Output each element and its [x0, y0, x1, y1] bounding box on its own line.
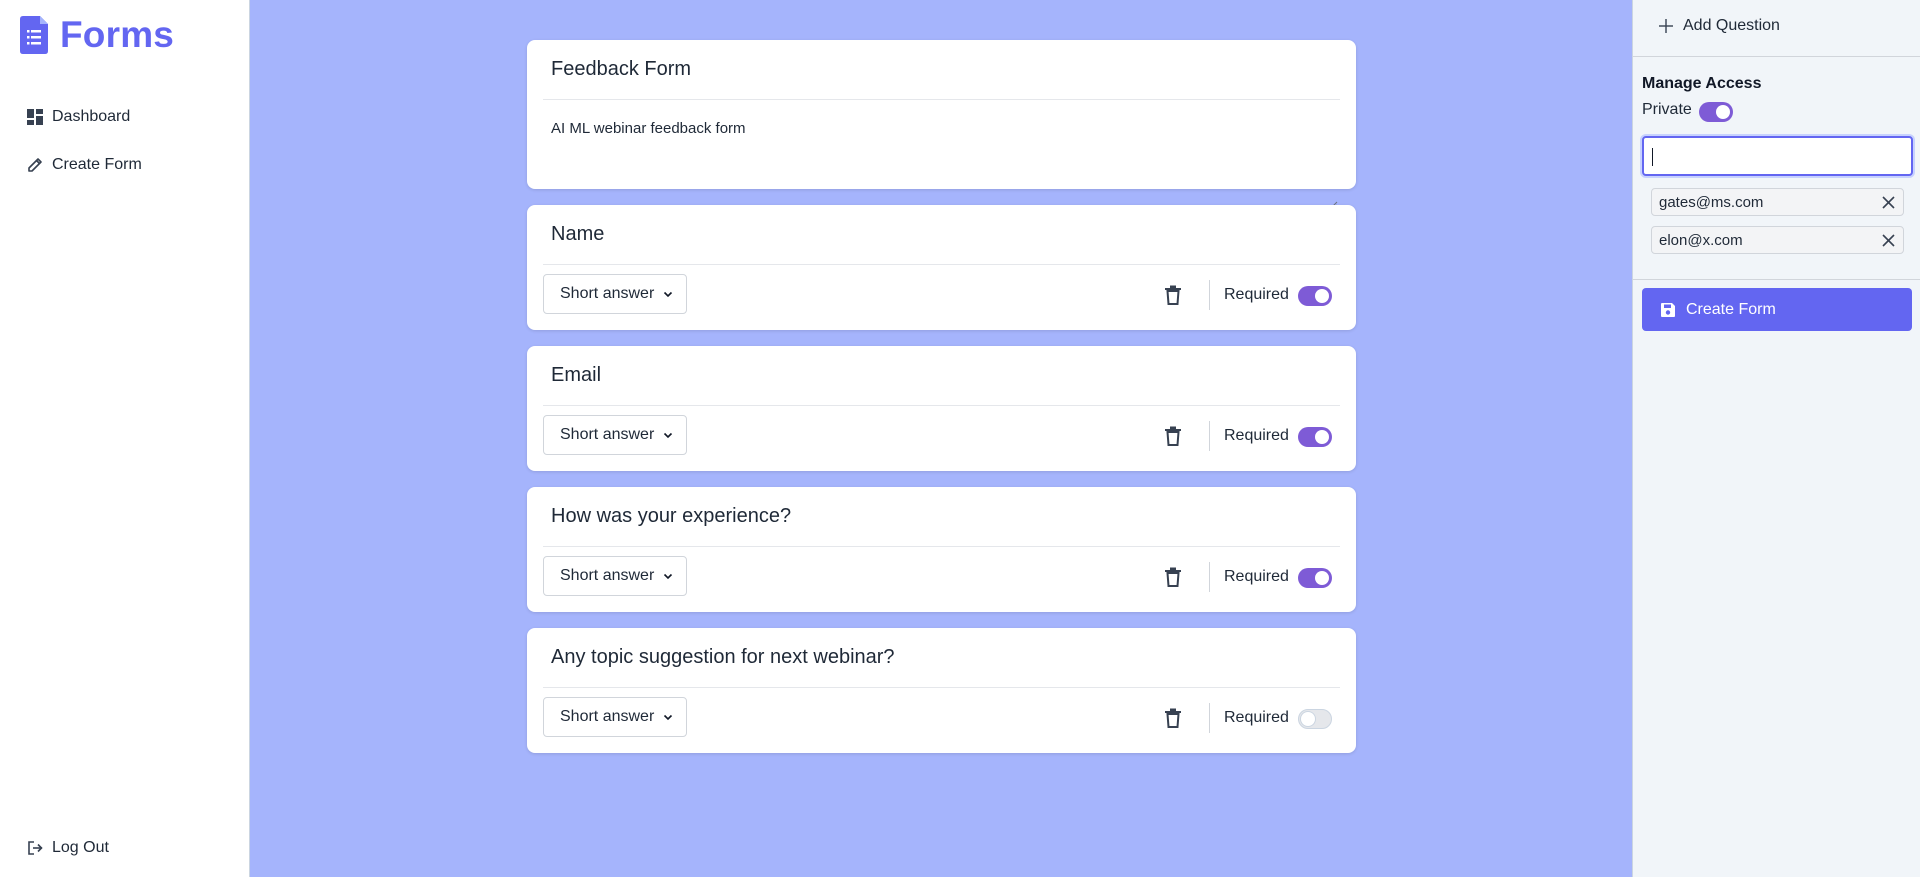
add-question-button[interactable]: Add Question: [1659, 17, 1780, 35]
text-caret: [1652, 148, 1653, 166]
question-type-value: Short answer: [560, 285, 655, 302]
question-title-input[interactable]: How was your experience?: [543, 487, 1340, 547]
question-title-input[interactable]: Any topic suggestion for next webinar?: [543, 628, 1340, 688]
create-form-label: Create Form: [1686, 300, 1776, 318]
close-icon[interactable]: [1882, 196, 1895, 209]
question-type-value: Short answer: [560, 567, 655, 584]
access-email-chip: gates@ms.com: [1651, 188, 1904, 216]
chevron-down-icon: [664, 714, 673, 721]
sidebar-item-label: Create Form: [52, 156, 142, 173]
access-email-input[interactable]: [1642, 136, 1913, 176]
manage-access-title: Manage Access: [1642, 75, 1762, 92]
trash-icon[interactable]: [1164, 285, 1182, 305]
access-email-text: elon@x.com: [1659, 231, 1743, 249]
trash-icon[interactable]: [1164, 708, 1182, 728]
private-label: Private: [1642, 101, 1692, 118]
required-toggle[interactable]: [1298, 427, 1332, 447]
required-toggle[interactable]: [1298, 709, 1332, 729]
chevron-down-icon: [664, 291, 673, 298]
chevron-down-icon: [664, 573, 673, 580]
divider: [1633, 56, 1920, 57]
sidebar-item-label: Dashboard: [52, 108, 131, 125]
question-type-select[interactable]: Short answer: [543, 415, 687, 455]
question-type-value: Short answer: [560, 426, 655, 443]
required-toggle[interactable]: [1298, 568, 1332, 588]
form-title-input[interactable]: Feedback Form: [543, 40, 1340, 100]
divider: [1209, 703, 1210, 733]
divider: [1633, 279, 1920, 280]
settings-panel: Add Question Manage Access Private gates…: [1632, 0, 1920, 877]
sidebar-item-dashboard[interactable]: Dashboard: [26, 108, 130, 126]
form-editor: Feedback Form AI ML webinar feedback for…: [251, 0, 1632, 877]
form-description-text: AI ML webinar feedback form: [543, 100, 1340, 212]
add-question-label: Add Question: [1683, 17, 1780, 34]
required-label: Required: [1224, 286, 1289, 303]
plus-icon: [1659, 19, 1673, 33]
logout-icon: [26, 839, 44, 857]
create-form-button[interactable]: Create Form: [1642, 288, 1912, 331]
dashboard-icon: [26, 108, 44, 126]
form-document-icon: [20, 16, 48, 54]
question-card: Email Short answer Required: [527, 346, 1356, 471]
question-card: How was your experience? Short answer Re…: [527, 487, 1356, 612]
brand[interactable]: Forms: [20, 14, 174, 56]
required-label: Required: [1224, 568, 1289, 585]
required-label: Required: [1224, 709, 1289, 726]
question-type-select[interactable]: Short answer: [543, 274, 687, 314]
question-type-select[interactable]: Short answer: [543, 556, 687, 596]
save-icon: [1661, 302, 1675, 317]
sidebar-item-create-form[interactable]: Create Form: [26, 156, 142, 174]
divider: [1209, 421, 1210, 451]
divider: [1209, 280, 1210, 310]
private-toggle[interactable]: [1699, 102, 1733, 122]
question-type-select[interactable]: Short answer: [543, 697, 687, 737]
divider: [1209, 562, 1210, 592]
question-type-value: Short answer: [560, 708, 655, 725]
sidebar: Forms Dashboard Create Form Log Out: [0, 0, 250, 877]
chevron-down-icon: [664, 432, 673, 439]
app-title: Forms: [60, 14, 175, 55]
question-card: Name Short answer Required: [527, 205, 1356, 330]
question-title-input[interactable]: Email: [543, 346, 1340, 406]
trash-icon[interactable]: [1164, 426, 1182, 446]
trash-icon[interactable]: [1164, 567, 1182, 587]
form-description-textarea[interactable]: AI ML webinar feedback form: [543, 100, 1340, 212]
logout-label: Log Out: [52, 839, 109, 856]
required-toggle[interactable]: [1298, 286, 1332, 306]
question-title-input[interactable]: Name: [543, 205, 1340, 265]
access-email-chip: elon@x.com: [1651, 226, 1904, 254]
required-label: Required: [1224, 427, 1289, 444]
close-icon[interactable]: [1882, 234, 1895, 247]
pencil-icon: [26, 156, 44, 174]
form-header-card: Feedback Form AI ML webinar feedback for…: [527, 40, 1356, 212]
logout-button[interactable]: Log Out: [26, 839, 109, 857]
access-email-text: gates@ms.com: [1659, 193, 1764, 211]
question-card: Any topic suggestion for next webinar? S…: [527, 628, 1356, 753]
